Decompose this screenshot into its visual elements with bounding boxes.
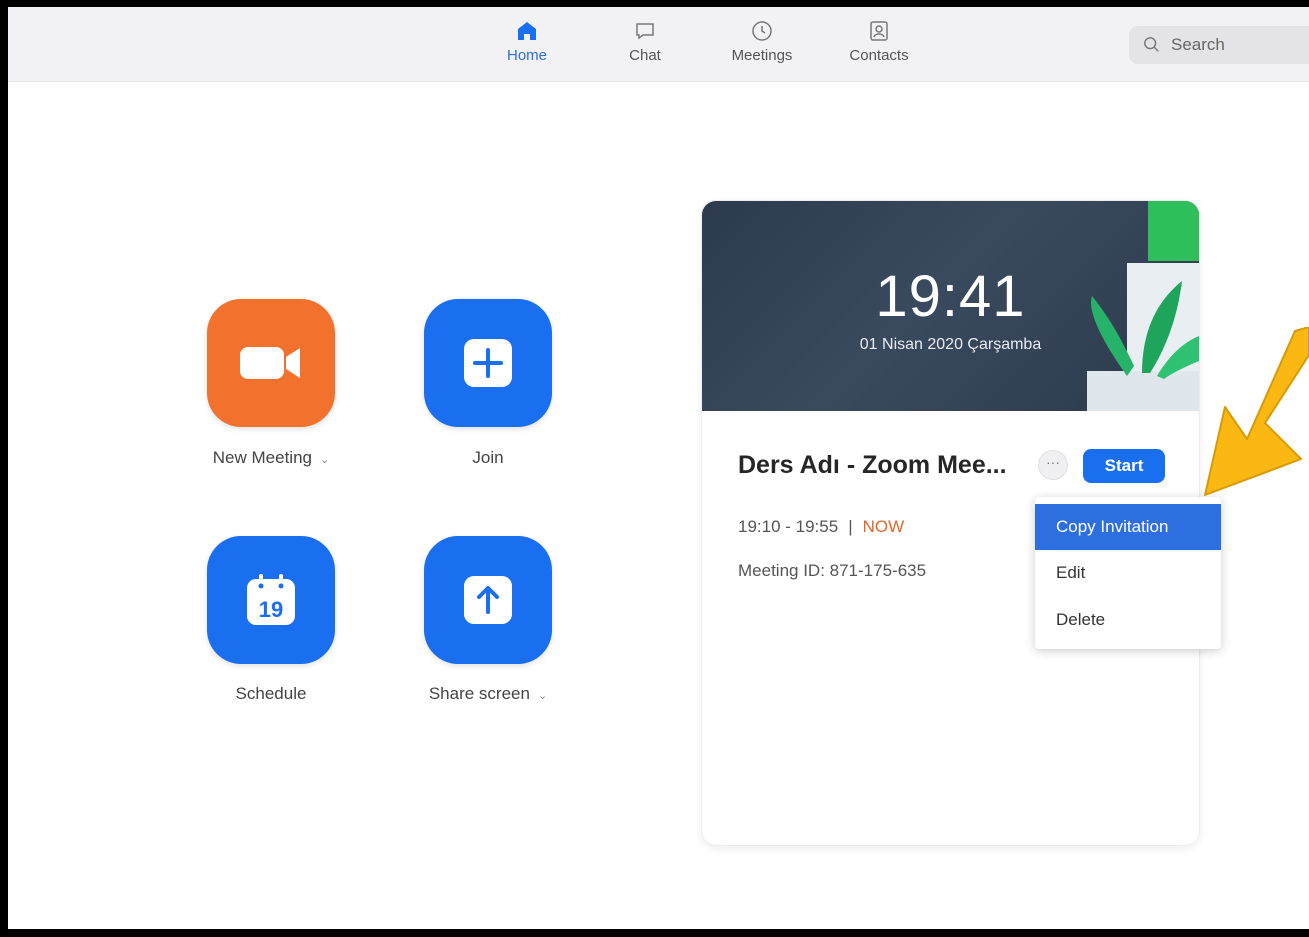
meeting-time-row: 19:10 - 19:55 | NOW	[738, 517, 904, 537]
tab-contacts[interactable]: Contacts	[834, 19, 924, 64]
contacts-icon	[870, 21, 888, 41]
current-date: 01 Nisan 2020 Çarşamba	[859, 336, 1042, 353]
menu-item-edit[interactable]: Edit	[1035, 550, 1221, 596]
share-screen-button[interactable]	[424, 536, 552, 664]
start-meeting-button[interactable]: Start	[1083, 449, 1165, 483]
share-up-arrow-icon	[464, 576, 512, 624]
more-options-button[interactable]: ···	[1038, 450, 1068, 480]
meeting-id: Meeting ID: 871-175-635	[738, 561, 927, 580]
menu-item-delete[interactable]: Delete	[1035, 597, 1221, 643]
share-screen-label[interactable]: Share screen ⌄	[388, 684, 588, 704]
search-input[interactable]: Search	[1129, 26, 1309, 64]
chevron-down-icon[interactable]: ⌄	[538, 690, 547, 702]
plus-icon	[464, 339, 512, 387]
annotation-arrow-icon	[1204, 327, 1309, 496]
tab-contacts-label: Contacts	[849, 47, 909, 64]
meeting-title: Ders Adı - Zoom Mee...	[738, 451, 1007, 479]
join-button[interactable]	[424, 299, 552, 427]
schedule-label: Schedule	[235, 684, 307, 703]
search-placeholder: Search	[1171, 35, 1225, 54]
schedule-button[interactable]: 19	[207, 536, 335, 664]
tab-chat-label: Chat	[629, 47, 661, 64]
search-icon	[1144, 37, 1159, 52]
tab-chat[interactable]: Chat	[600, 19, 690, 64]
chat-icon	[636, 23, 654, 40]
meeting-time-range: 19:10 - 19:55	[738, 517, 839, 536]
new-meeting-button[interactable]	[207, 299, 335, 427]
join-label: Join	[472, 448, 504, 467]
now-indicator: NOW	[862, 517, 905, 536]
card-header-banner: 19:41 01 Nisan 2020 Çarşamba	[702, 201, 1199, 411]
meeting-options-menu: Copy Invitation Edit Delete	[1035, 497, 1221, 649]
tab-home-label: Home	[506, 47, 547, 64]
calendar-day-number: 19	[259, 597, 283, 622]
chevron-down-icon[interactable]: ⌄	[320, 454, 329, 466]
separator: |	[848, 517, 853, 536]
current-time: 19:41	[875, 264, 1026, 329]
menu-item-copy-invitation[interactable]: Copy Invitation	[1035, 504, 1221, 550]
tab-meetings-label: Meetings	[731, 47, 793, 64]
clock-icon	[752, 21, 772, 41]
calendar-icon: 19	[247, 574, 295, 625]
top-nav-bar: Home Chat Meetings Contacts Search	[8, 7, 1309, 82]
new-meeting-label[interactable]: New Meeting ⌄	[171, 448, 371, 468]
tab-home[interactable]: Home	[482, 19, 572, 64]
zoom-window: Home Chat Meetings Contacts Search New M…	[8, 7, 1309, 929]
tab-meetings[interactable]: Meetings	[717, 19, 807, 64]
video-camera-icon	[240, 347, 300, 379]
home-icon	[518, 22, 536, 40]
